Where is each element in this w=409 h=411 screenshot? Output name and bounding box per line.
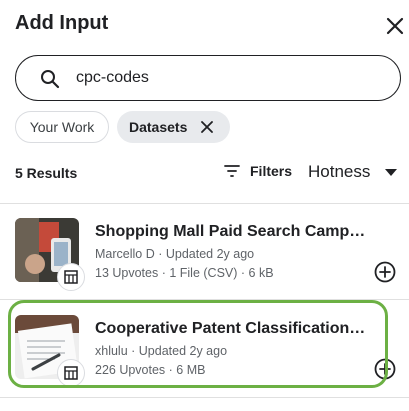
chip-datasets-label: Datasets (129, 119, 188, 135)
add-circle-icon[interactable] (374, 261, 396, 283)
dataset-stats: 226 Upvotes · 6 MB (95, 363, 206, 377)
table-icon (64, 270, 78, 284)
dataset-title[interactable]: Shopping Mall Paid Search Camp… (95, 223, 370, 241)
results-count: 5 Results (15, 165, 78, 181)
filters-button[interactable]: Filters (224, 163, 292, 179)
search-input[interactable] (76, 66, 376, 90)
dataset-stats: 13 Upvotes · 1 File (CSV) · 6 kB (95, 266, 274, 280)
dataset-type-badge (57, 359, 85, 387)
list-item[interactable]: Cooperative Patent Classification… xhlul… (0, 300, 409, 398)
search-icon (41, 70, 60, 89)
sort-select[interactable]: Hotness (308, 162, 370, 182)
dataset-title[interactable]: Cooperative Patent Classification… (95, 320, 370, 338)
search-box[interactable] (15, 55, 401, 101)
chevron-down-icon[interactable] (385, 169, 397, 177)
dataset-owner: Marcello D · Updated 2y ago (95, 247, 255, 261)
table-icon (64, 366, 78, 380)
add-circle-icon[interactable] (374, 358, 396, 380)
list-item[interactable]: Shopping Mall Paid Search Camp… Marcello… (0, 204, 409, 302)
dialog-title: Add Input (15, 12, 109, 34)
chip-datasets[interactable]: Datasets (117, 111, 230, 143)
close-icon[interactable] (384, 15, 406, 37)
dataset-owner: xhlulu · Updated 2y ago (95, 344, 228, 358)
remove-chip-icon[interactable] (200, 120, 214, 134)
dataset-type-badge (57, 263, 85, 291)
chip-your-work[interactable]: Your Work (15, 111, 109, 143)
filter-icon (224, 165, 240, 177)
filters-label: Filters (250, 163, 293, 179)
divider (0, 397, 409, 398)
